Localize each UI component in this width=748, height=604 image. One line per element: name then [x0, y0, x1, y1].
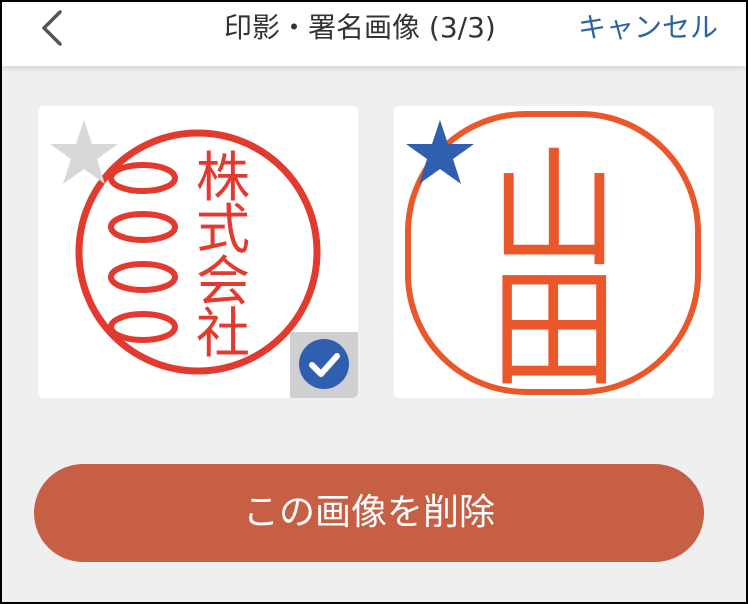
chevron-left-icon — [42, 10, 62, 46]
seal-char-ta: 田 — [490, 256, 618, 398]
stamp-image-card-company[interactable]: 株 式 会 社 — [38, 106, 358, 398]
selected-checkbox[interactable] — [290, 332, 358, 398]
navigation-header: 印影・署名画像 (3/3) キャンセル — [2, 2, 746, 66]
delete-image-button[interactable]: この画像を削除 — [34, 464, 704, 562]
page-title: 印影・署名画像 (3/3) — [224, 11, 496, 44]
star-icon — [50, 120, 118, 184]
check-circle-icon — [299, 339, 349, 389]
stamp-image-card-yamada[interactable]: 山 田 — [394, 106, 714, 398]
favorite-star-button[interactable] — [48, 116, 120, 188]
seal-char-4: 社 — [196, 302, 250, 365]
back-button[interactable] — [36, 6, 76, 50]
favorite-star-button[interactable] — [404, 116, 476, 188]
star-icon — [406, 120, 474, 184]
cancel-button[interactable]: キャンセル — [578, 8, 718, 48]
